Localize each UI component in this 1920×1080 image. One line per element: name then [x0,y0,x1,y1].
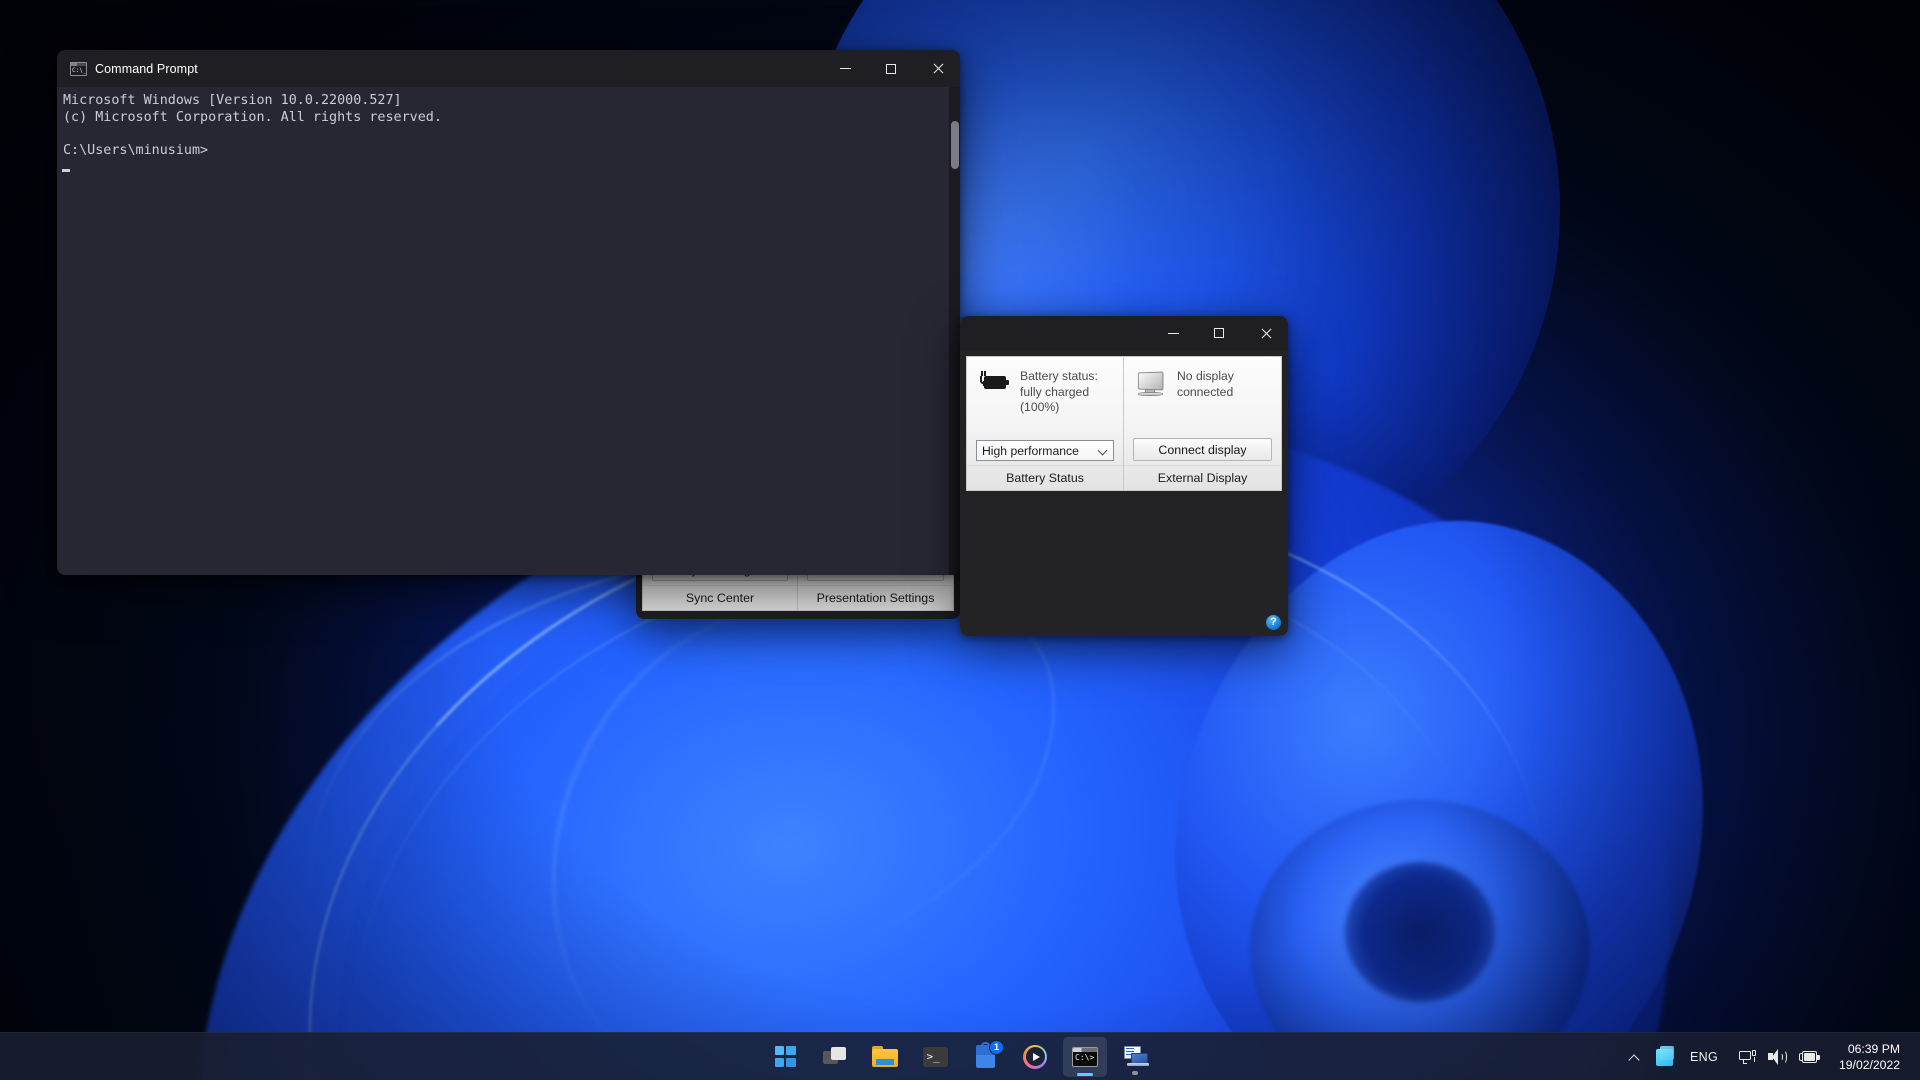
mobility-center-icon [1122,1045,1149,1068]
power-plan-select[interactable]: High performance [976,440,1114,461]
battery-status-line-2: fully charged [1020,384,1090,399]
scrollbar-thumb[interactable] [951,121,959,169]
running-indicator [1132,1070,1138,1075]
quick-settings-button[interactable] [1728,1037,1831,1077]
battery-status-footer: Battery Status [967,465,1123,490]
external-display-line-1: No display [1177,369,1234,383]
mobility-center-button[interactable] [1113,1037,1157,1077]
battery-status-text: Battery status: fully charged (100%) [1020,369,1098,416]
maximize-button[interactable] [1196,316,1242,352]
battery-status-control: High performance [967,440,1123,465]
external-display-top: No display connected [1124,357,1281,438]
console-icon [70,61,87,76]
folder-icon [872,1046,898,1067]
active-indicator [1077,1072,1093,1076]
command-prompt-window-controls [822,50,960,87]
chevron-up-icon [1629,1053,1638,1062]
mobility-center-window-controls [1150,316,1288,352]
external-display-text: No display connected [1177,369,1234,400]
network-icon [1739,1049,1756,1065]
command-prompt-window[interactable]: Command Prompt Microsoft Windows [Versio… [57,50,960,575]
start-button[interactable] [763,1037,807,1077]
connect-display-button[interactable]: Connect display [1133,438,1272,461]
command-prompt-scrollbar[interactable] [949,87,960,575]
battery-icon [1799,1050,1820,1064]
tile-sync-center-footer: Sync Center [643,585,798,610]
monitor-icon [1134,369,1168,397]
battery-status-line-3: (100%) [1020,400,1060,415]
tile-external-display[interactable]: No display connected Connect display Ext… [1124,356,1282,491]
desktop[interactable]: Sync settings Sync Center Turn on Presen… [0,0,1920,1080]
mobility-center-tiles: Battery status: fully charged (100%) Hig… [966,356,1282,491]
tile-battery-status[interactable]: Battery status: fully charged (100%) Hig… [966,356,1124,491]
command-prompt-titlebar[interactable]: Command Prompt [57,50,960,87]
wallpaper-petal-swirl-core [1345,862,1495,1002]
external-display-control: Connect display [1124,438,1281,465]
command-prompt-body[interactable]: Microsoft Windows [Version 10.0.22000.52… [57,87,960,575]
external-display-footer: External Display [1124,465,1281,490]
clock-time: 06:39 PM [1847,1042,1900,1056]
store-badge: 1 [989,1039,1004,1055]
microsoft-store-button[interactable]: 1 [963,1037,1007,1077]
file-explorer-button[interactable] [863,1037,907,1077]
task-view-icon [823,1046,847,1067]
terminal-button[interactable]: >_ [913,1037,957,1077]
console-icon [1072,1046,1098,1067]
help-icon[interactable]: ? [1266,615,1281,630]
terminal-icon: >_ [922,1046,948,1067]
external-display-line-2: connected [1177,384,1234,399]
chevron-down-icon [1098,446,1107,455]
minimize-button[interactable] [822,50,868,87]
system-tray: ENG 06:39 PM 19/02/2022 [1618,1033,1920,1080]
taskbar[interactable]: >_ 1 C:\> ENG 06:39 PM 19/02/2022 [0,1032,1920,1080]
battery-status-top: Battery status: fully charged (100%) [967,357,1123,440]
media-player-button[interactable] [1013,1037,1057,1077]
media-player-icon [1023,1044,1047,1069]
minimize-button[interactable] [1150,316,1196,352]
battery-status-line-1: Battery status: [1020,369,1098,383]
power-plan-select-value: High performance [982,443,1079,458]
show-hidden-icons-button[interactable] [1618,1037,1648,1077]
volume-icon [1768,1049,1787,1065]
maximize-button[interactable] [868,50,914,87]
command-prompt-title: Command Prompt [95,61,198,76]
battery-charging-icon [977,369,1011,393]
background-app-icon [1655,1045,1674,1066]
task-view-button[interactable] [813,1037,857,1077]
close-button[interactable] [914,50,960,87]
taskbar-items: >_ 1 [763,1033,1157,1080]
mobility-center-window[interactable]: Battery status: fully charged (100%) Hig… [960,316,1288,636]
clock-date: 19/02/2022 [1839,1058,1900,1072]
tray-app-icon-button[interactable] [1648,1037,1680,1077]
command-prompt-cursor [62,169,70,173]
windows-logo-icon [774,1046,796,1067]
command-prompt-output: Microsoft Windows [Version 10.0.22000.52… [63,93,442,158]
close-button[interactable] [1242,316,1288,352]
tile-presentation-settings-footer: Presentation Settings [798,585,953,610]
command-prompt-button[interactable] [1063,1036,1107,1077]
clock-and-date[interactable]: 06:39 PM 19/02/2022 [1831,1037,1912,1077]
language-indicator[interactable]: ENG [1680,1037,1728,1077]
mobility-center-titlebar[interactable] [960,316,1288,350]
mobility-center-body: Battery status: fully charged (100%) Hig… [960,350,1288,636]
